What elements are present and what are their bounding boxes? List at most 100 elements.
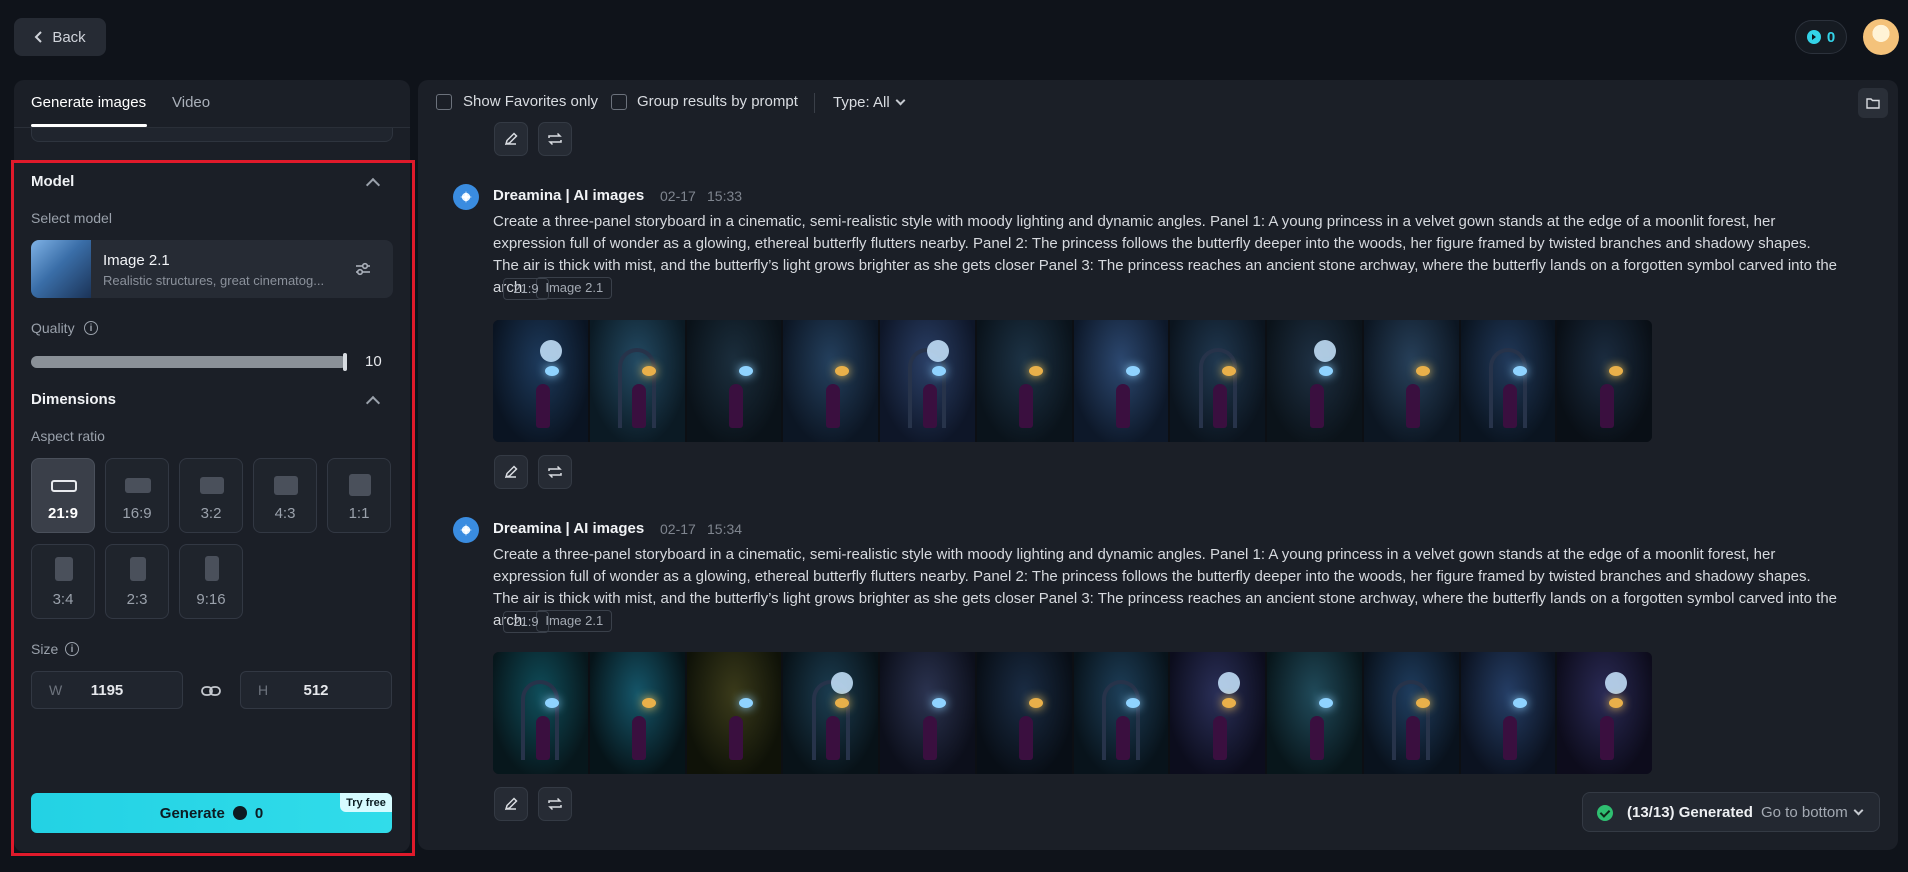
generated-image[interactable] [783, 652, 878, 774]
generated-image[interactable] [1267, 652, 1362, 774]
type-filter-label: Type: All [833, 94, 890, 111]
generated-image[interactable] [783, 320, 878, 442]
model-thumbnail [31, 240, 91, 298]
generated-image[interactable] [1073, 320, 1169, 442]
butterfly [1609, 366, 1624, 376]
princess-figure [1599, 716, 1614, 760]
quality-slider-handle[interactable] [343, 353, 347, 371]
info-icon[interactable]: i [84, 321, 98, 335]
princess-figure [922, 716, 937, 760]
chevron-down-icon [895, 95, 906, 106]
info-icon[interactable]: i [65, 642, 79, 656]
group-by-prompt-checkbox[interactable] [611, 94, 627, 110]
princess-figure [535, 716, 550, 760]
ratio-9-16[interactable]: 9:16 [179, 544, 243, 619]
generated-image[interactable] [1267, 320, 1362, 442]
favorites-label: Show Favorites only [463, 93, 599, 110]
princess-figure [1503, 716, 1518, 760]
regenerate-button[interactable] [538, 455, 572, 489]
generated-image[interactable] [493, 320, 588, 442]
generated-image[interactable] [1170, 652, 1265, 774]
type-filter-dropdown[interactable]: Type: All [833, 94, 906, 111]
tab-video[interactable]: Video [172, 94, 210, 111]
width-input[interactable]: W 1195 [31, 671, 183, 709]
butterfly [1319, 698, 1334, 708]
generated-image[interactable] [1363, 652, 1459, 774]
generated-image[interactable] [686, 652, 782, 774]
link-icon[interactable] [200, 680, 222, 702]
princess-figure [1212, 384, 1227, 428]
princess-figure [1019, 384, 1034, 428]
ratio-21-9[interactable]: 21:9 [31, 458, 95, 533]
sender-name: Dreamina | AI images [493, 520, 645, 537]
folder-button[interactable] [1858, 88, 1888, 118]
generated-image[interactable] [493, 652, 588, 774]
ratio-3-2[interactable]: 3:2 [179, 458, 243, 533]
model-selector[interactable]: Image 2.1 Realistic structures, great ci… [31, 240, 393, 298]
ratio-3-4[interactable]: 3:4 [31, 544, 95, 619]
moon [1604, 672, 1627, 694]
height-input[interactable]: H 512 [240, 671, 392, 709]
edit-button[interactable] [494, 455, 528, 489]
generated-image[interactable] [1460, 320, 1556, 442]
butterfly [1319, 366, 1334, 376]
credits-badge[interactable]: 0 [1795, 20, 1847, 54]
generated-image[interactable] [1363, 320, 1459, 442]
prompt-body: Create a three-panel storyboard in a cin… [493, 546, 1838, 629]
generated-image[interactable] [686, 320, 782, 442]
ratio-shape-icon [200, 477, 224, 494]
butterfly [641, 366, 656, 376]
try-free-badge: Try free [340, 793, 392, 812]
back-button[interactable]: Back [14, 18, 106, 56]
tab-generate-images[interactable]: Generate images [31, 94, 146, 111]
generated-image[interactable] [1557, 320, 1652, 442]
ratio-4-3[interactable]: 4:3 [253, 458, 317, 533]
favorites-checkbox[interactable] [436, 94, 452, 110]
pencil-icon [504, 132, 518, 146]
princess-figure [1116, 716, 1131, 760]
generated-image[interactable] [1460, 652, 1556, 774]
results-panel: Show Favorites only Group results by pro… [418, 80, 1898, 850]
regenerate-button[interactable] [538, 122, 572, 156]
generation-status-toast[interactable]: (13/13) Generated Go to bottom [1582, 792, 1880, 832]
generated-image[interactable] [589, 652, 685, 774]
generated-image[interactable] [1170, 320, 1265, 442]
quality-slider-fill [31, 356, 347, 368]
star-icon [460, 524, 472, 536]
quality-value: 10 [365, 353, 382, 370]
princess-figure [1599, 384, 1614, 428]
quality-slider[interactable] [31, 353, 347, 371]
butterfly [738, 366, 753, 376]
ratio-16-9[interactable]: 16:9 [105, 458, 169, 533]
generated-image[interactable] [880, 320, 975, 442]
message-date: 02-17 [660, 521, 696, 537]
generated-image[interactable] [589, 320, 685, 442]
mode-tabs: Generate images Video [14, 80, 410, 128]
edit-button[interactable] [494, 122, 528, 156]
generated-image[interactable] [1073, 652, 1169, 774]
prompt-text: Create a three-panel storyboard in a cin… [493, 211, 1838, 300]
edit-button[interactable] [494, 787, 528, 821]
width-value: 1195 [90, 682, 124, 699]
generated-image[interactable] [1557, 652, 1652, 774]
regenerate-button[interactable] [538, 787, 572, 821]
credits-count: 0 [1826, 28, 1836, 46]
active-tab-indicator [31, 124, 147, 127]
generation-status: (13/13) Generated [1627, 804, 1753, 821]
ratio-label: 2:3 [126, 591, 148, 608]
image-strip [493, 320, 1652, 442]
generated-image[interactable] [976, 652, 1072, 774]
folder-icon [1866, 98, 1880, 109]
ratio-1-1[interactable]: 1:1 [327, 458, 391, 533]
ratio-label: 1:1 [348, 505, 370, 522]
prompt-body: Create a three-panel storyboard in a cin… [493, 213, 1838, 296]
generated-image[interactable] [976, 320, 1072, 442]
go-to-bottom-link[interactable]: Go to bottom [1761, 804, 1864, 821]
generate-button[interactable]: Generate 0 [31, 793, 392, 833]
generated-image[interactable] [880, 652, 975, 774]
user-avatar[interactable] [1863, 19, 1899, 55]
sliders-icon[interactable] [354, 260, 372, 278]
moon [927, 340, 950, 362]
ratio-2-3[interactable]: 2:3 [105, 544, 169, 619]
model-description: Realistic structures, great cinematog... [103, 273, 325, 288]
